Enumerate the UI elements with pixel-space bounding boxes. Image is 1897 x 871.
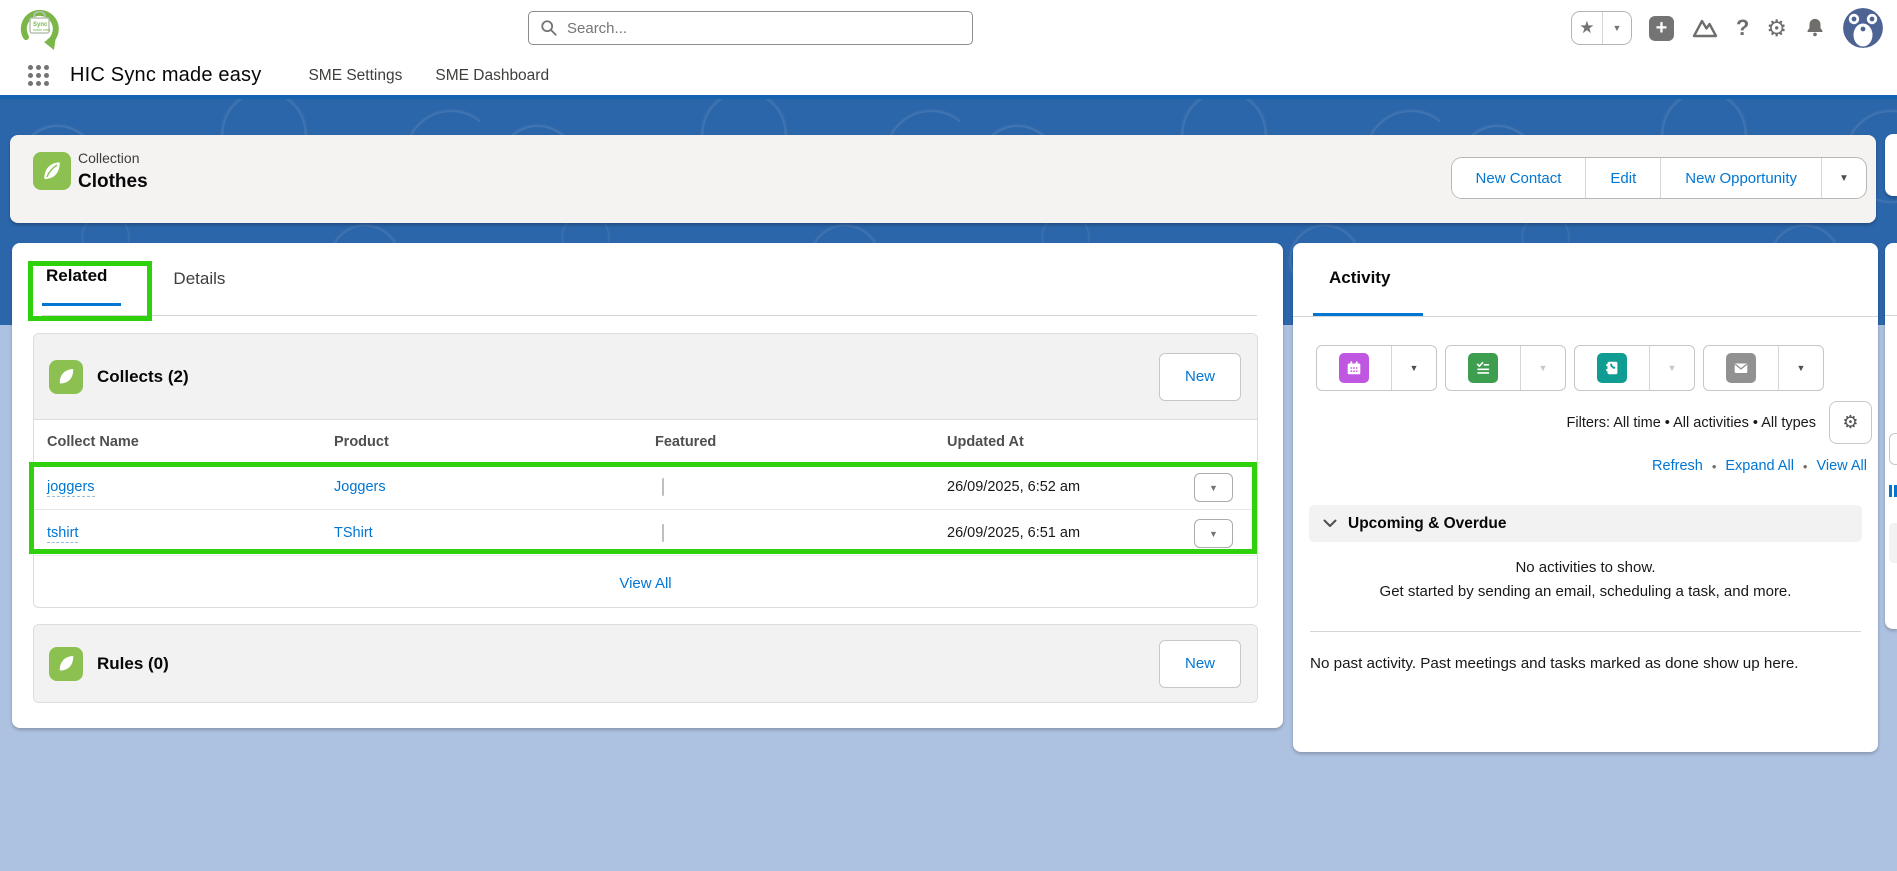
tab-activity[interactable]: Activity [1329, 268, 1398, 304]
chevron-down-icon [1323, 519, 1337, 527]
rules-leaf-icon [49, 646, 83, 681]
collects-view-all-link[interactable]: View All [619, 575, 671, 592]
app-logo: Sync made easy [16, 4, 64, 52]
search-input[interactable] [528, 11, 973, 45]
annotation-box-related-tab [28, 261, 152, 321]
get-started-text: Get started by sending an email, schedul… [1379, 583, 1792, 600]
notification-bell-icon[interactable] [1804, 16, 1826, 40]
trailhead-icon[interactable] [1691, 16, 1719, 40]
favorite-star-icon[interactable]: ★ [1571, 12, 1603, 44]
favorites-button-group: ★ ▼ [1570, 11, 1632, 45]
help-icon[interactable]: ? [1736, 15, 1749, 41]
header-icon-row: ★ ▼ + ? ⚙ [1570, 0, 1883, 56]
app-launcher-icon[interactable] [28, 65, 49, 86]
log-call-button-group: ▼ [1574, 345, 1695, 391]
collects-leaf-icon [49, 359, 83, 394]
record-entity-label: Collection [78, 150, 140, 166]
activity-filter-gear-icon[interactable]: ⚙ [1829, 401, 1872, 444]
log-call-button[interactable] [1575, 346, 1649, 390]
upcoming-overdue-label: Upcoming & Overdue [1348, 514, 1507, 532]
bullet-separator: • [1802, 458, 1808, 474]
activity-filters-text: Filters: All time • All activities • All… [1566, 414, 1816, 431]
email-icon [1726, 353, 1756, 383]
activity-tab-underline [1313, 313, 1423, 316]
collects-header: Collects (2) New [34, 334, 1257, 420]
record-title: Clothes [78, 171, 148, 192]
call-icon [1597, 353, 1627, 383]
bullet-separator: • [1711, 458, 1717, 474]
past-activity-divider [1310, 631, 1861, 632]
global-actions-plus-icon[interactable]: + [1648, 15, 1674, 41]
refresh-link[interactable]: Refresh [1652, 458, 1703, 474]
new-opportunity-button[interactable]: New Opportunity [1660, 158, 1821, 198]
user-avatar[interactable] [1843, 8, 1883, 48]
tabs-divider [42, 315, 1257, 316]
search-icon [541, 20, 557, 36]
cutoff-panel-sliver [1885, 243, 1897, 629]
edit-button[interactable]: Edit [1585, 158, 1661, 198]
record-header-card: Collection Clothes New Contact Edit New … [10, 135, 1876, 223]
rules-related-list: Rules (0) New [33, 624, 1258, 703]
nav-tab-sme-settings[interactable]: SME Settings [308, 67, 402, 85]
new-event-button-group: ▼ [1316, 345, 1437, 391]
email-button-group: ▼ [1703, 345, 1824, 391]
more-actions-chevron-down-icon[interactable]: ▼ [1821, 158, 1866, 198]
global-header: Sync made easy ★ ▼ + ? ⚙ [0, 0, 1897, 56]
rules-title: Rules (0) [97, 653, 169, 673]
rules-header: Rules (0) New [34, 625, 1257, 702]
nav-tab-sme-dashboard[interactable]: SME Dashboard [435, 67, 549, 85]
collection-leaf-icon [33, 152, 71, 190]
activity-links-row: Refresh • Expand All • View All [1652, 458, 1867, 474]
new-event-chevron-down-icon[interactable]: ▼ [1391, 346, 1436, 390]
setup-gear-icon[interactable]: ⚙ [1766, 15, 1787, 42]
activity-tab-divider [1293, 316, 1878, 317]
app-name: HIC Sync made easy [70, 64, 262, 86]
rules-new-button[interactable]: New [1159, 639, 1241, 688]
annotation-box-collect-rows [29, 462, 1257, 554]
activity-panel: Activity ▼ ▼ ▼ ▼ Filters: All time • All… [1293, 243, 1878, 752]
new-task-chevron-down-icon[interactable]: ▼ [1520, 346, 1565, 390]
favorites-chevron-down-icon[interactable]: ▼ [1602, 12, 1631, 44]
task-icon [1468, 353, 1498, 383]
new-event-button[interactable] [1317, 346, 1391, 390]
column-updated-at: Updated At [947, 433, 1024, 450]
collects-new-button[interactable]: New [1159, 352, 1241, 401]
cutoff-header-sliver [1885, 134, 1897, 196]
new-task-button-group: ▼ [1445, 345, 1566, 391]
calendar-event-icon [1339, 353, 1369, 383]
column-collect-name: Collect Name [47, 433, 139, 450]
activity-filters-row: Filters: All time • All activities • All… [1567, 401, 1872, 444]
email-button[interactable] [1704, 346, 1778, 390]
new-contact-button[interactable]: New Contact [1451, 158, 1586, 198]
log-call-chevron-down-icon[interactable]: ▼ [1649, 346, 1694, 390]
upcoming-overdue-section[interactable]: Upcoming & Overdue [1309, 505, 1862, 542]
email-chevron-down-icon[interactable]: ▼ [1778, 346, 1823, 390]
activity-action-buttons: ▼ ▼ ▼ ▼ [1316, 345, 1824, 391]
no-past-activity-text: No past activity. Past meetings and task… [1310, 655, 1799, 672]
collects-title: Collects (2) [97, 366, 189, 386]
new-task-button[interactable] [1446, 346, 1520, 390]
activity-view-all-link[interactable]: View All [1816, 458, 1867, 474]
app-navigation-bar: HIC Sync made easy SME Settings SME Dash… [0, 56, 1897, 99]
tab-details[interactable]: Details [173, 269, 225, 306]
record-action-group: New Contact Edit New Opportunity ▼ [1450, 157, 1867, 199]
no-activities-text: No activities to show. [1515, 559, 1656, 576]
global-search [528, 11, 973, 45]
collects-column-headers: Collect Name Product Featured Updated At [34, 420, 1257, 463]
column-product: Product [334, 433, 389, 450]
expand-all-link[interactable]: Expand All [1725, 458, 1794, 474]
column-featured: Featured [655, 433, 717, 450]
svg-text:made easy: made easy [33, 28, 51, 32]
salesforce-record-page: Sync made easy ★ ▼ + ? ⚙ [0, 0, 1897, 871]
collects-view-all-row: View All [34, 555, 1257, 607]
